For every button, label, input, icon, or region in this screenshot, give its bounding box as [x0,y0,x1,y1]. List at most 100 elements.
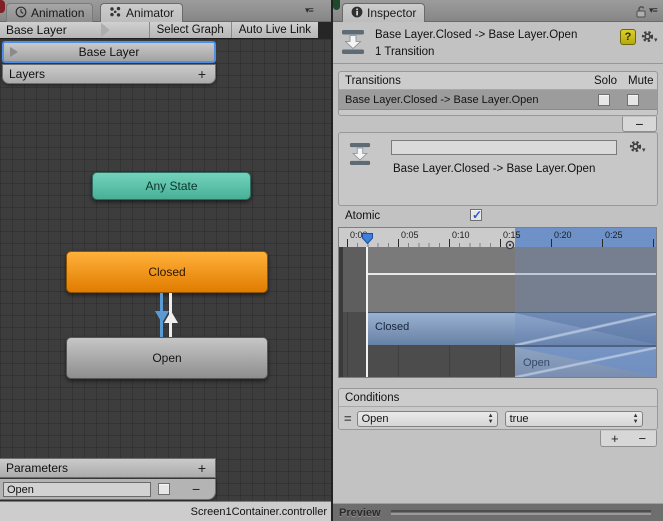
transition-detail-box: ▾ Base Layer.Closed -> Base Layer.Open [338,132,658,206]
tab-animation[interactable]: Animation [6,3,94,22]
ruler-tick [602,239,603,247]
transition-list-row[interactable]: Base Layer.Closed -> Base Layer.Open [339,90,657,110]
tab-animator[interactable]: Animator [100,3,184,22]
inspector-tabbar: Inspector ▾≡ [333,0,663,22]
dock-indicator [0,0,5,13]
breadcrumb[interactable]: Base Layer [0,22,73,38]
playhead-icon[interactable] [361,232,374,250]
timeline-preroll-band [339,247,367,312]
solo-checkbox[interactable] [598,94,610,106]
mute-checkbox[interactable] [627,94,639,106]
condition-parameter-dropdown[interactable]: Open ▲ ▼ [356,410,498,427]
add-layer-button[interactable]: + [198,67,206,81]
conditions-section: Conditions = Open ▲ ▼ true ▲ ▼ [338,388,658,430]
transition-start-handle[interactable] [505,237,515,255]
detail-gear-icon[interactable]: ▾ [629,140,646,154]
info-icon [351,6,363,21]
inspector-subtitle: 1 Transition [375,46,435,58]
inspector-header: Base Layer.Closed -> Base Layer.Open 1 T… [333,22,663,64]
transition-name-field[interactable] [391,140,617,155]
layers-header-label: Layers [9,67,46,81]
parameters-header: Parameters + [0,458,216,478]
atomic-row: Atomic [338,208,658,225]
ruler-tick [500,239,501,247]
help-icon[interactable]: ? [620,29,636,45]
lock-icon[interactable] [635,5,647,23]
state-node-any-state[interactable]: Any State [92,172,251,200]
animator-panel: Animation Animator ▾≡ Base Layer Select … [0,0,331,521]
ruler-tick-label: 0:25 [605,230,623,240]
remove-transition-button-container: − [622,116,657,132]
parameter-name-field[interactable] [3,482,151,497]
layer-row-label: Base Layer [78,45,140,59]
state-machine-graph[interactable]: Base Layer Layers + Any State Closed Ope… [0,39,331,501]
atomic-checkbox[interactable] [470,208,482,222]
ruler-tick-label: 0:05 [401,230,419,240]
state-node-closed[interactable]: Closed [66,251,268,293]
controller-path-label: Screen1Container.controller [190,505,327,518]
timeline-body[interactable]: Closed Open [339,247,656,377]
transitions-section: Transitions Solo Mute Base Layer.Closed … [338,71,658,116]
ruler-tick [653,239,654,247]
preview-drag-handle[interactable] [390,510,651,515]
transition-row-label: Base Layer.Closed -> Base Layer.Open [345,93,539,106]
ruler-tick [347,239,348,247]
remove-transition-button[interactable]: − [635,117,643,131]
inspector-menu-icon[interactable]: ▾≡ [649,5,658,16]
remove-condition-button[interactable]: − [638,432,646,445]
tab-animation-label: Animation [31,6,85,20]
timeline-ruler[interactable]: 0:000:050:100:150:200:251:00 [339,228,657,247]
gear-icon[interactable]: ▾ [641,30,658,44]
conditions-header-label: Conditions [345,391,400,404]
state-node-open[interactable]: Open [66,337,268,379]
tab-inspector[interactable]: Inspector [342,3,426,22]
condition-parameter-value: Open [361,412,389,425]
tab-animator-label: Animator [126,6,175,20]
dock-indicator-green [333,0,340,10]
ruler-tick-label: 1:00 [656,230,657,240]
remove-parameter-button[interactable]: − [192,482,200,496]
panel-menu-icon[interactable]: ▾≡ [305,5,314,16]
condition-row: = Open ▲ ▼ true ▲ ▼ [339,407,657,430]
dropdown-arrows-icon: ▲ ▼ [487,412,494,425]
play-triangle-icon [10,47,18,57]
ruler-tick-label: 0:20 [554,230,572,240]
transition-icon [341,29,365,60]
any-state-label: Any State [145,179,198,193]
controller-status-bar: Screen1Container.controller [0,501,331,521]
add-condition-button[interactable]: + [611,432,619,445]
ruler-tick-label: 0:10 [452,230,470,240]
transition-arrowhead-up [164,311,178,323]
open-state-label: Open [152,351,182,365]
toolbar-endcap [318,22,331,39]
parameters-header-label: Parameters [6,461,69,475]
transition-icon-small [349,142,371,171]
dropdown-arrows-icon: ▲ ▼ [632,412,639,425]
mute-column-label: Mute [628,74,654,87]
solo-column-label: Solo [594,74,618,87]
layers-header: Layers + [2,64,216,84]
ruler-tick [449,239,450,247]
transition-zone-tint [515,247,656,377]
animator-icon [109,6,122,21]
condition-value-dropdown[interactable]: true ▲ ▼ [504,410,643,427]
unity-editor-window: Animation Animator ▾≡ Base Layer Select … [0,0,663,521]
conditions-section-header: Conditions [339,389,657,407]
inspector-panel: Inspector ▾≡ Base Layer.Closed -> Base L… [333,0,663,521]
playhead-line[interactable] [366,247,368,377]
parameter-value-checkbox[interactable] [158,483,170,495]
ruler-tick [551,239,552,247]
layer-row-base-layer[interactable]: Base Layer [1,40,217,64]
select-graph-button[interactable]: Select Graph [148,22,231,38]
atomic-label: Atomic [345,210,381,222]
drag-handle-icon[interactable]: = [344,411,352,426]
tab-inspector-label: Inspector [367,6,417,20]
breadcrumb-chevron-icon [100,22,110,38]
transition-detail-label: Base Layer.Closed -> Base Layer.Open [393,163,596,175]
transition-timeline: Closed Open 0:000:050:100:150:200:251:00 [338,227,657,378]
timeline-left-margin [339,247,343,377]
auto-live-link-button[interactable]: Auto Live Link [230,22,318,38]
preview-section-header[interactable]: Preview [333,503,663,521]
add-parameter-button[interactable]: + [198,461,206,475]
condition-value: true [509,412,529,425]
